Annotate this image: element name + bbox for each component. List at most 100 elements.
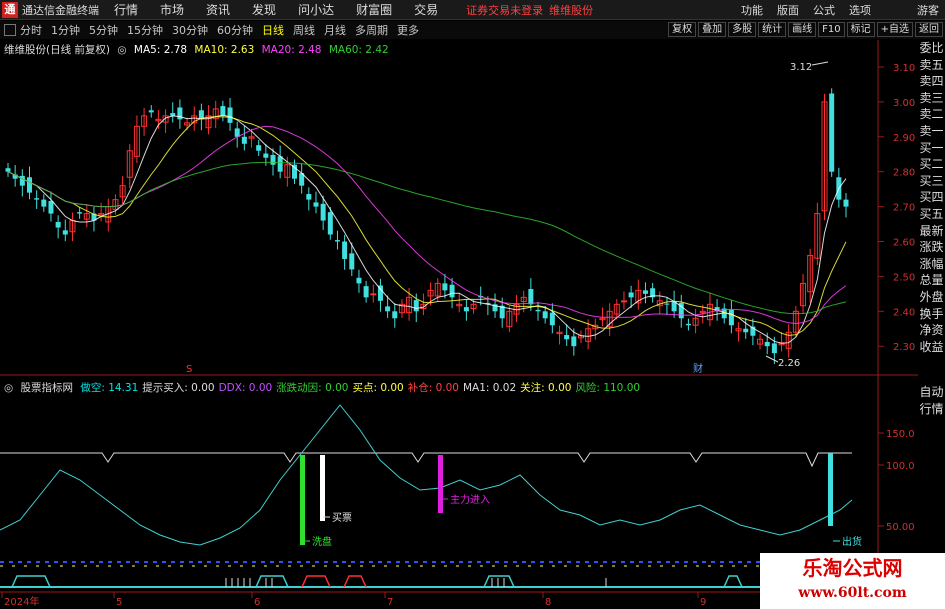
date-label: 5 xyxy=(116,597,122,608)
side-panel-item-0[interactable]: 委比 xyxy=(918,40,945,57)
candle-body xyxy=(829,93,835,172)
candle-body xyxy=(549,312,555,326)
maipiao-label: 买票 xyxy=(332,512,352,524)
candle-body xyxy=(334,240,340,242)
low-pointer xyxy=(765,355,779,363)
indicator-info-bar: ◎ 股票指标网 做空: 14.31 提示买入: 0.00 DDX: 0.00 涨跌动因… xyxy=(4,380,644,395)
watermark-url: www.60lt.com xyxy=(798,585,907,601)
candle-body xyxy=(306,194,312,200)
candle-body xyxy=(743,328,749,333)
side-panel-item-1[interactable]: 卖五 xyxy=(918,57,945,74)
maipiao-bar xyxy=(320,455,325,521)
side-panel-item-16[interactable]: 换手 xyxy=(918,306,945,323)
candle-body xyxy=(764,342,770,347)
price-label: 3.10 xyxy=(893,63,915,74)
price-label: 3.00 xyxy=(893,98,915,109)
price-label: 2.50 xyxy=(893,272,915,283)
price-label: 2.70 xyxy=(893,203,915,214)
pulse-3 xyxy=(343,575,367,588)
indicator-value-4: 买点: 0.00 xyxy=(352,382,404,394)
candle-body xyxy=(62,230,68,235)
ma20-value: MA20: 2.48 xyxy=(261,44,322,56)
side-panel-item-8[interactable]: 买三 xyxy=(918,173,945,190)
ind-label: 50.00 xyxy=(886,522,915,533)
side-panel-item-15[interactable]: 外盘 xyxy=(918,289,945,306)
candle-body xyxy=(291,164,297,179)
candle-body xyxy=(342,241,348,259)
indicator-value-3: 涨跌动因: 0.00 xyxy=(276,382,349,394)
date-label: 9 xyxy=(700,597,706,608)
pulse-5 xyxy=(723,575,743,588)
chuxi-bar xyxy=(828,453,833,526)
candle-body xyxy=(843,199,849,207)
candle-body xyxy=(442,283,448,291)
candle-body xyxy=(34,198,40,200)
side-panel-item-9[interactable]: 买四 xyxy=(918,189,945,206)
side-panel-item-18[interactable]: 收益 xyxy=(918,339,945,356)
candle-body xyxy=(528,288,534,305)
candle-body xyxy=(320,203,326,221)
candle-body xyxy=(356,277,362,284)
candle-body xyxy=(41,199,47,207)
ma60-value: MA60: 2.42 xyxy=(328,44,389,56)
oscillator-line xyxy=(0,404,853,546)
s-marker: S xyxy=(186,364,192,375)
low-price-label: 2.26 xyxy=(778,358,800,369)
side-panel-item-2[interactable]: 卖四 xyxy=(918,73,945,90)
high-price-label: 3.12 xyxy=(790,62,812,73)
side-panel-item-14[interactable]: 总量 xyxy=(918,272,945,289)
side-panel-item-6[interactable]: 买一 xyxy=(918,140,945,157)
candle-body xyxy=(664,303,670,305)
side-panel-item-7[interactable]: 买二 xyxy=(918,156,945,173)
candle-body xyxy=(26,177,32,193)
candle-body xyxy=(270,154,276,165)
side-panel-item-3[interactable]: 卖三 xyxy=(918,90,945,107)
ind-label: 100.0 xyxy=(886,461,915,472)
side-panel-item-11[interactable]: 最新 xyxy=(918,223,945,240)
candle-body xyxy=(620,300,627,303)
candle-body xyxy=(377,285,383,301)
candle-body xyxy=(256,145,262,151)
candle-body xyxy=(349,253,355,270)
side-panel-item-4[interactable]: 卖二 xyxy=(918,106,945,123)
settings-icon[interactable]: ◎ xyxy=(117,44,126,56)
indicator-value-8: 风险: 110.00 xyxy=(575,382,641,394)
side-panel-item-10[interactable]: 买五 xyxy=(918,206,945,223)
ma60-line xyxy=(7,161,847,315)
guest-label[interactable]: 游客 xyxy=(917,2,939,18)
date-label: 7 xyxy=(387,597,393,608)
threshold-line xyxy=(0,452,852,468)
ma10-value: MA10: 2.63 xyxy=(194,44,255,56)
candle-body xyxy=(227,107,233,123)
kline-chart[interactable]: 洗盘买票 主力进入出货 3.10 3.00 2.90 2.80 2.70 2.60 2.50 2… xyxy=(0,0,918,609)
price-label: 2.80 xyxy=(893,168,915,179)
stock-info-bar: 维维股份(日线 前复权) ◎ MA5: 2.78 MA10: 2.63 MA20… xyxy=(4,42,393,57)
side-panel-item-5[interactable]: 卖一 xyxy=(918,123,945,140)
side-panel-item-12[interactable]: 涨跌 xyxy=(918,239,945,256)
date-label: 8 xyxy=(545,597,551,608)
price-label: 2.60 xyxy=(893,238,915,249)
xipan-bar xyxy=(300,455,305,545)
high-pointer xyxy=(811,61,829,66)
candle-body xyxy=(363,286,369,298)
date-label: 2024年 xyxy=(4,595,39,608)
ma5-value: MA5: 2.78 xyxy=(133,44,188,56)
indicator-value-2: DDX: 0.00 xyxy=(218,382,273,394)
settings-icon[interactable]: ◎ xyxy=(4,382,13,394)
side-panel2-item-0[interactable]: 自动 xyxy=(918,384,945,401)
side-panel-item-13[interactable]: 涨幅 xyxy=(918,256,945,273)
candle-body xyxy=(449,284,455,298)
side-panel2-item-1[interactable]: 行情 xyxy=(918,401,945,418)
back-button[interactable]: 返回 xyxy=(915,22,943,37)
pulse-0 xyxy=(11,575,51,588)
candle-body xyxy=(55,221,61,228)
candle-body xyxy=(392,311,398,319)
candle-body xyxy=(642,290,648,294)
cai-marker: 财 xyxy=(693,362,703,375)
pulse-4 xyxy=(483,575,515,588)
quote-side-panel: 委比 卖五 卖四 卖三 卖二 卖一 买一 买二 买三 买四 买五 最新 涨跌 涨幅 总量 外盘 换手 净资 收益 xyxy=(918,40,945,355)
indicator-value-0: 做空: 14.31 xyxy=(80,382,139,394)
candle-body xyxy=(628,292,634,298)
watermark: 乐淘公式网 www.60lt.com xyxy=(760,553,945,609)
side-panel-item-17[interactable]: 净资 xyxy=(918,322,945,339)
